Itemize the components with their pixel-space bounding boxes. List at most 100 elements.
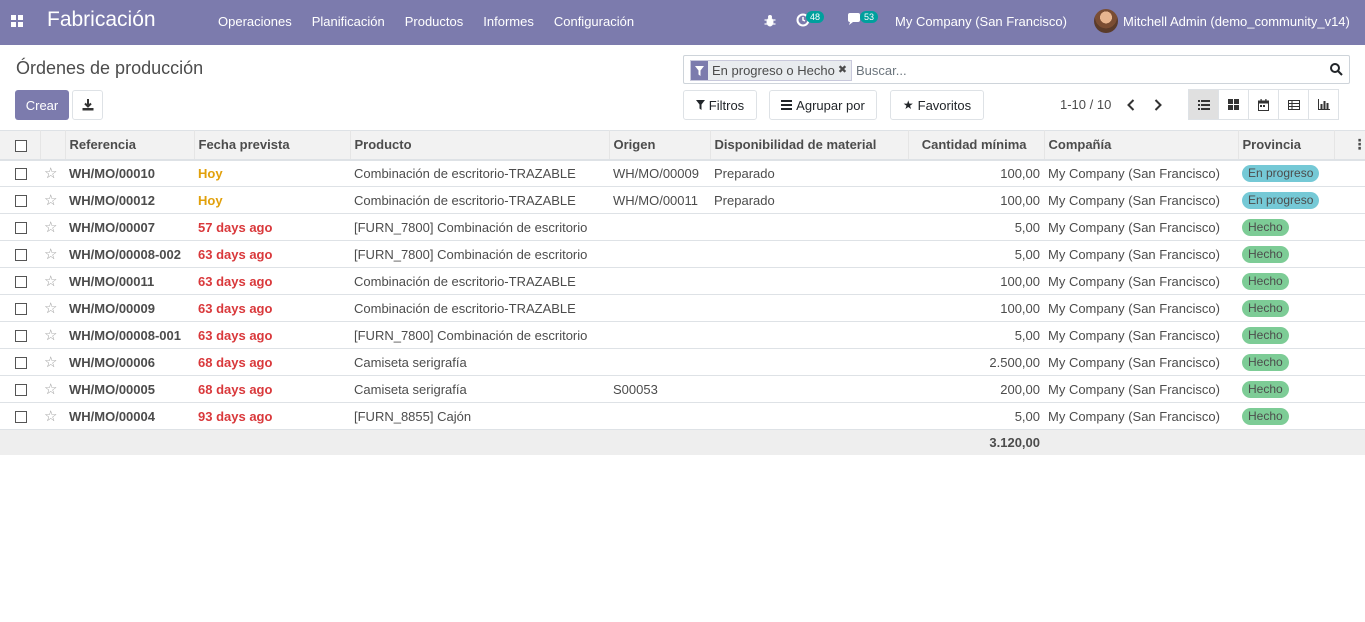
row-select-cell <box>0 349 40 376</box>
table-row[interactable]: ☆ WH/MO/00006 68 days ago Camiseta serigraf… <box>0 349 1365 376</box>
select-all-checkbox[interactable] <box>15 139 27 152</box>
pivot-view-button[interactable] <box>1278 89 1309 120</box>
priority-star-icon[interactable]: ☆ <box>44 246 57 263</box>
row-checkbox[interactable] <box>15 276 27 289</box>
pager-value[interactable]: 1-10 / 10 <box>1060 97 1111 112</box>
list-view-button[interactable] <box>1188 89 1219 120</box>
priority-star-icon[interactable]: ☆ <box>44 165 57 182</box>
row-checkbox[interactable] <box>15 222 27 235</box>
top-navbar: Fabricación Operaciones Planificación Pr… <box>0 0 1365 45</box>
user-menu[interactable]: Mitchell Admin (demo_community_v14) <box>1123 14 1350 29</box>
table-row[interactable]: ☆ WH/MO/00005 68 days ago Camiseta serigraf… <box>0 376 1365 403</box>
column-date[interactable]: Fecha prevista <box>193 130 350 160</box>
column-product[interactable]: Producto <box>349 130 609 160</box>
row-checkbox[interactable] <box>15 330 27 343</box>
pager-previous-button[interactable] <box>1124 97 1138 113</box>
cell-product: Camiseta serigrafía <box>354 381 467 397</box>
table-row[interactable]: ☆ WH/MO/00011 63 days ago Combinación de es… <box>0 268 1365 295</box>
bug-icon[interactable] <box>764 14 776 28</box>
production-orders-list: Referencia Fecha prevista Producto Orige… <box>0 130 1365 455</box>
column-qty[interactable]: Cantidad mínima <box>907 130 1044 160</box>
kanban-view-button[interactable] <box>1218 89 1249 120</box>
menu-productos[interactable]: Productos <box>405 14 464 29</box>
table-row[interactable]: ☆ WH/MO/00008-001 63 days ago [FURN_7800] C… <box>0 322 1365 349</box>
status-badge: En progreso <box>1242 164 1320 182</box>
column-origin[interactable]: Origen <box>608 130 710 160</box>
cell-availability: Preparado <box>714 192 775 208</box>
download-button[interactable] <box>72 90 103 120</box>
row-select-cell <box>0 214 40 241</box>
row-checkbox[interactable] <box>15 195 27 208</box>
row-checkbox[interactable] <box>15 168 27 181</box>
menu-planificacion[interactable]: Planificación <box>312 14 385 29</box>
row-checkbox[interactable] <box>15 249 27 262</box>
row-end-cell <box>1334 349 1365 376</box>
filters-button[interactable]: Filtros <box>683 90 757 120</box>
user-avatar[interactable] <box>1094 9 1118 33</box>
row-checkbox[interactable] <box>15 384 27 397</box>
cell-availability <box>710 268 908 295</box>
create-button[interactable]: Crear <box>15 90 69 120</box>
table-row[interactable]: ☆ WH/MO/00012 Hoy Combinación de escritorio… <box>0 187 1365 214</box>
priority-star-icon[interactable]: ☆ <box>44 354 57 371</box>
row-end-cell <box>1334 214 1365 241</box>
optional-columns-toggle[interactable]: ⋮ <box>1333 130 1365 160</box>
apps-menu-icon[interactable] <box>11 15 23 27</box>
table-row[interactable]: ☆ WH/MO/00010 Hoy Combinación de escritorio… <box>0 160 1365 187</box>
cell-qty: 200,00 <box>1000 381 1040 397</box>
row-checkbox[interactable] <box>15 357 27 370</box>
status-badge: Hecho <box>1242 353 1289 371</box>
menu-configuracion[interactable]: Configuración <box>554 14 634 29</box>
app-title[interactable]: Fabricación <box>47 8 156 32</box>
priority-star-icon[interactable]: ☆ <box>44 381 57 398</box>
cell-date: 93 days ago <box>198 408 273 424</box>
table-row[interactable]: ☆ WH/MO/00008-002 63 days ago [FURN_7800] C… <box>0 241 1365 268</box>
cell-product: [FURN_7800] Combinación de escritorio <box>354 219 588 235</box>
column-company[interactable]: Compañía <box>1043 130 1238 160</box>
status-badge: Hecho <box>1242 326 1289 344</box>
chevron-right-icon <box>1154 99 1162 111</box>
groupby-button[interactable]: Agrupar por <box>769 90 877 120</box>
column-availability[interactable]: Disponibilidad de material <box>709 130 908 160</box>
row-favorite-cell: ☆ <box>40 214 65 241</box>
main-menu: Operaciones Planificación Productos Info… <box>218 14 654 29</box>
row-select-cell <box>0 403 40 430</box>
messages-icon[interactable]: 53 <box>847 11 879 30</box>
row-checkbox[interactable] <box>15 303 27 316</box>
row-checkbox[interactable] <box>15 411 27 424</box>
search-icon[interactable] <box>1330 63 1343 76</box>
table-row[interactable]: ☆ WH/MO/00009 63 days ago Combinación de es… <box>0 295 1365 322</box>
cell-product: Combinación de escritorio-TRAZABLE <box>354 273 576 289</box>
menu-operaciones[interactable]: Operaciones <box>218 14 292 29</box>
column-state[interactable]: Provincia <box>1237 130 1334 160</box>
calendar-view-button[interactable] <box>1248 89 1279 120</box>
priority-star-icon[interactable]: ☆ <box>44 408 57 425</box>
row-favorite-cell: ☆ <box>40 295 65 322</box>
priority-star-icon[interactable]: ☆ <box>44 192 57 209</box>
company-switcher[interactable]: My Company (San Francisco) <box>895 14 1067 29</box>
graph-view-button[interactable] <box>1308 89 1339 120</box>
cell-company: My Company (San Francisco) <box>1048 246 1220 262</box>
column-reference[interactable]: Referencia <box>64 130 194 160</box>
cell-availability <box>710 241 908 268</box>
select-all-header <box>0 131 40 160</box>
menu-informes[interactable]: Informes <box>483 14 534 29</box>
search-input[interactable] <box>856 61 1316 79</box>
cell-product: [FURN_7800] Combinación de escritorio <box>354 246 588 262</box>
status-badge: Hecho <box>1242 407 1289 425</box>
cell-origin <box>609 268 710 295</box>
activity-icon[interactable]: 48 <box>796 11 825 30</box>
cell-origin <box>609 241 710 268</box>
cell-date: 68 days ago <box>198 381 273 397</box>
pager-next-button[interactable] <box>1151 97 1165 113</box>
messages-count-badge: 53 <box>860 11 879 23</box>
priority-star-icon[interactable]: ☆ <box>44 300 57 317</box>
priority-star-icon[interactable]: ☆ <box>44 273 57 290</box>
facet-remove-icon[interactable]: ✖ <box>838 61 851 80</box>
table-row[interactable]: ☆ WH/MO/00004 93 days ago [FURN_8855] Cajón… <box>0 403 1365 430</box>
priority-star-icon[interactable]: ☆ <box>44 219 57 236</box>
favorites-button[interactable]: ★ Favoritos <box>890 90 984 120</box>
table-row[interactable]: ☆ WH/MO/00007 57 days ago [FURN_7800] Combi… <box>0 214 1365 241</box>
priority-star-icon[interactable]: ☆ <box>44 327 57 344</box>
cell-company: My Company (San Francisco) <box>1048 408 1220 424</box>
